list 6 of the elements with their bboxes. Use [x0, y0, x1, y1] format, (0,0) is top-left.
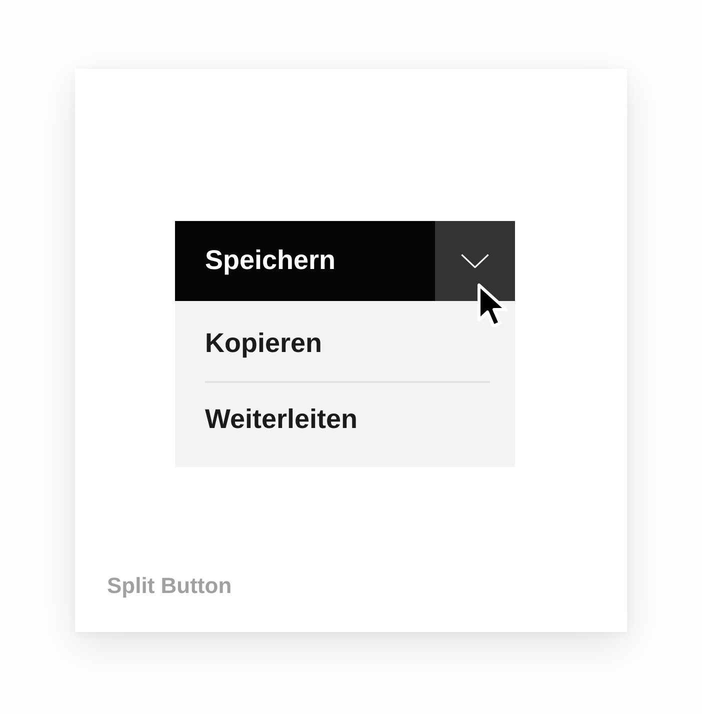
save-button[interactable]: Speichern: [175, 221, 435, 301]
dropdown-toggle-button[interactable]: [435, 221, 515, 301]
menu-item[interactable]: Weiterleiten: [175, 383, 515, 456]
menu-item[interactable]: Kopieren: [175, 305, 515, 381]
caption-text: Split Button: [107, 572, 232, 600]
chevron-down-icon: [461, 254, 489, 268]
